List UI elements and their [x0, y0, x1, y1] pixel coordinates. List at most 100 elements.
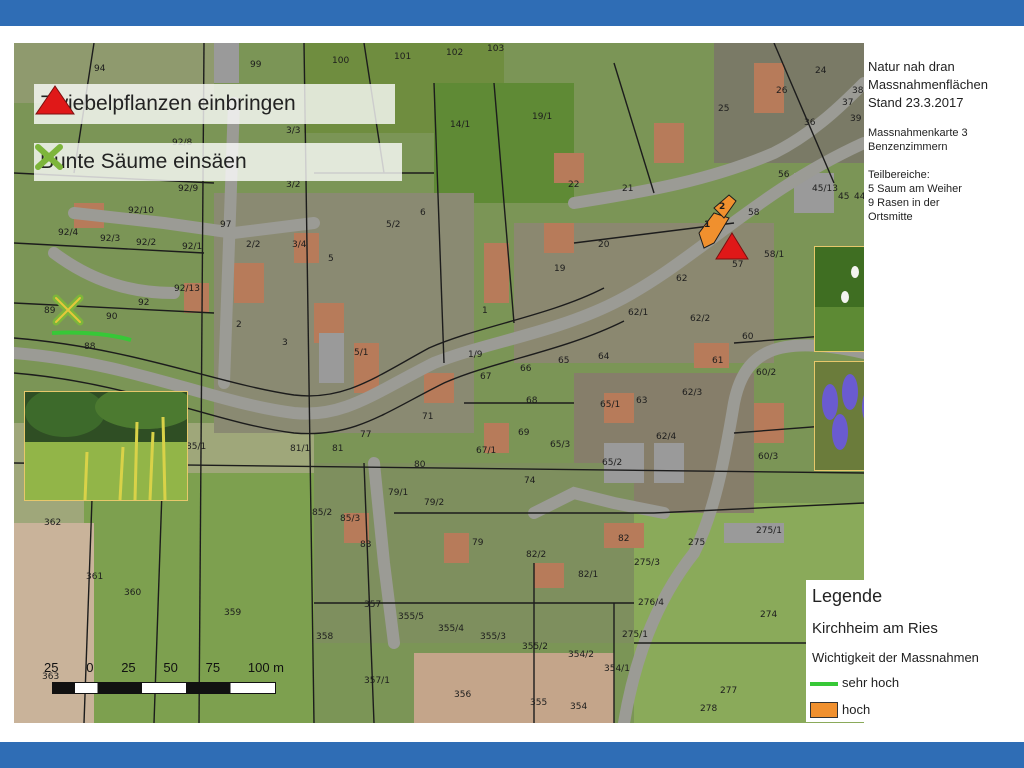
parcel-label: 3/2	[286, 180, 301, 190]
parcel-label: 275/1	[756, 526, 782, 536]
parcel-label: 360	[124, 588, 142, 598]
parcel-label: 82/2	[526, 550, 547, 560]
legend-title: Legende	[812, 586, 883, 606]
parcel-label: 79	[472, 538, 484, 548]
parcel-label: 3	[282, 338, 288, 348]
legend-very-high-label: sehr hoch	[842, 675, 900, 690]
place-name-small: Benzenzimmern	[868, 141, 948, 153]
map-title-block: Natur nah dran Massnahmenflächen Stand 2…	[868, 58, 1018, 224]
title-line-3: Stand 23.3.2017	[868, 95, 964, 110]
area-2: 9 Rasen in der	[868, 197, 940, 209]
parcel-label: 354	[570, 702, 588, 712]
parcel-label: 81/1	[290, 444, 311, 454]
parcel-label: 94	[94, 64, 106, 74]
parcel-label: 355/2	[522, 642, 548, 652]
flower-margin-cross-icon[interactable]	[52, 294, 84, 326]
parcel-label: 274	[760, 610, 778, 620]
parcel-label: 354/2	[568, 650, 594, 660]
parcel-label: 20	[598, 240, 610, 250]
triangle-icon	[35, 85, 75, 115]
parcel-label: 64	[598, 352, 610, 362]
parcel-label: 103	[487, 44, 505, 54]
parcel-label: 99	[250, 60, 262, 70]
parcel-label: 101	[394, 52, 412, 62]
parcel-label: 362	[44, 518, 62, 528]
parcel-label: 92/9	[178, 184, 199, 194]
parcel-label: 62	[676, 274, 688, 284]
legend-place: Kirchheim am Ries	[812, 620, 938, 637]
parcel-label: 58/1	[764, 250, 785, 260]
parcel-label: 77	[360, 430, 372, 440]
parcel-label: 92/4	[58, 228, 79, 238]
parcel-label: 275	[688, 538, 706, 548]
parcel-label: 74	[524, 476, 536, 486]
parcel-label: 92/13	[174, 284, 200, 294]
parcel-label: 44	[854, 192, 864, 202]
parcel-label: 278	[700, 704, 718, 714]
scale-label: 75	[205, 660, 221, 675]
legend-very-high-swatch	[810, 682, 838, 686]
bulb-planting-label: Zwiebelpflanzen einbringen	[40, 92, 296, 115]
parcel-label: 60/3	[758, 452, 779, 462]
parcel-label: 63	[636, 396, 648, 406]
area-1: 5 Saum am Weiher	[868, 183, 962, 195]
parcel-label: 58	[748, 208, 760, 218]
parcel-label: 39	[850, 114, 862, 124]
parcel-label: 36	[804, 118, 816, 128]
parcel-label: 62/4	[656, 432, 677, 442]
title-line-1: Natur nah dran	[868, 59, 955, 74]
parcel-label: 276/4	[638, 598, 664, 608]
cross-icon	[35, 144, 63, 170]
area-2-number: 2	[719, 202, 726, 212]
parcel-label: 92/2	[136, 238, 157, 248]
parcel-label: 361	[86, 572, 104, 582]
scale-label: 0	[86, 660, 94, 675]
parcel-label: 26	[776, 86, 788, 96]
title-line-2: Massnahmenflächen	[868, 77, 988, 92]
parcel-label: 97	[220, 220, 232, 230]
bulb-planting-triangle-icon[interactable]	[714, 231, 750, 261]
parcel-label: 62/2	[690, 314, 711, 324]
parcel-label: 277	[720, 686, 738, 696]
flower-margin-label: Bunte Säume einsäen	[40, 150, 247, 173]
parcel-label: 85/2	[312, 508, 333, 518]
parcel-label: 66	[520, 364, 532, 374]
parcel-label: 25	[718, 104, 730, 114]
parcel-label: 355/5	[398, 612, 424, 622]
parcel-label: 82	[618, 534, 630, 544]
parcel-label: 62/1	[628, 308, 649, 318]
area-1-number: 1	[704, 220, 711, 230]
cadastral-map[interactable]: 94 99 100 101 102 103 14/1 19/1 24 25 26…	[14, 43, 864, 723]
parcel-label: 19	[554, 264, 566, 274]
parcel-label: 2/2	[246, 240, 261, 250]
parcel-label: 56	[778, 170, 790, 180]
parcel-label: 79/2	[424, 498, 445, 508]
parcel-label: 57	[732, 260, 744, 270]
scale-label: 25	[44, 660, 59, 675]
parcel-label: 65	[558, 356, 570, 366]
parcel-label: 102	[446, 48, 464, 58]
parcel-label: 2	[236, 320, 242, 330]
parcel-label: 81	[332, 444, 344, 454]
parcel-label: 22	[568, 180, 580, 190]
parcel-label: 65/2	[602, 458, 623, 468]
parcel-label: 90	[106, 312, 118, 322]
parcel-label: 1/9	[468, 350, 483, 360]
legend-high-label: hoch	[842, 702, 871, 717]
parcel-label: 68	[526, 396, 538, 406]
parcel-label: 24	[815, 66, 827, 76]
parcel-label: 92/3	[100, 234, 121, 244]
parcel-label: 5/1	[354, 348, 369, 358]
parcel-label: 100	[332, 56, 350, 66]
parcel-label: 92	[138, 298, 150, 308]
parcel-label: 355	[530, 698, 548, 708]
legend-high-swatch	[810, 702, 838, 718]
flower-margin-label-box: Bunte Säume einsäen	[34, 143, 402, 181]
parcel-label: 359	[224, 608, 242, 618]
parcel-label: 45/13	[812, 184, 838, 194]
parcel-label: 37	[842, 98, 854, 108]
parcel-label: 69	[518, 428, 530, 438]
parcel-label: 357/1	[364, 676, 390, 686]
scale-label: 100 m	[247, 660, 284, 675]
parcel-label: 356	[454, 690, 472, 700]
